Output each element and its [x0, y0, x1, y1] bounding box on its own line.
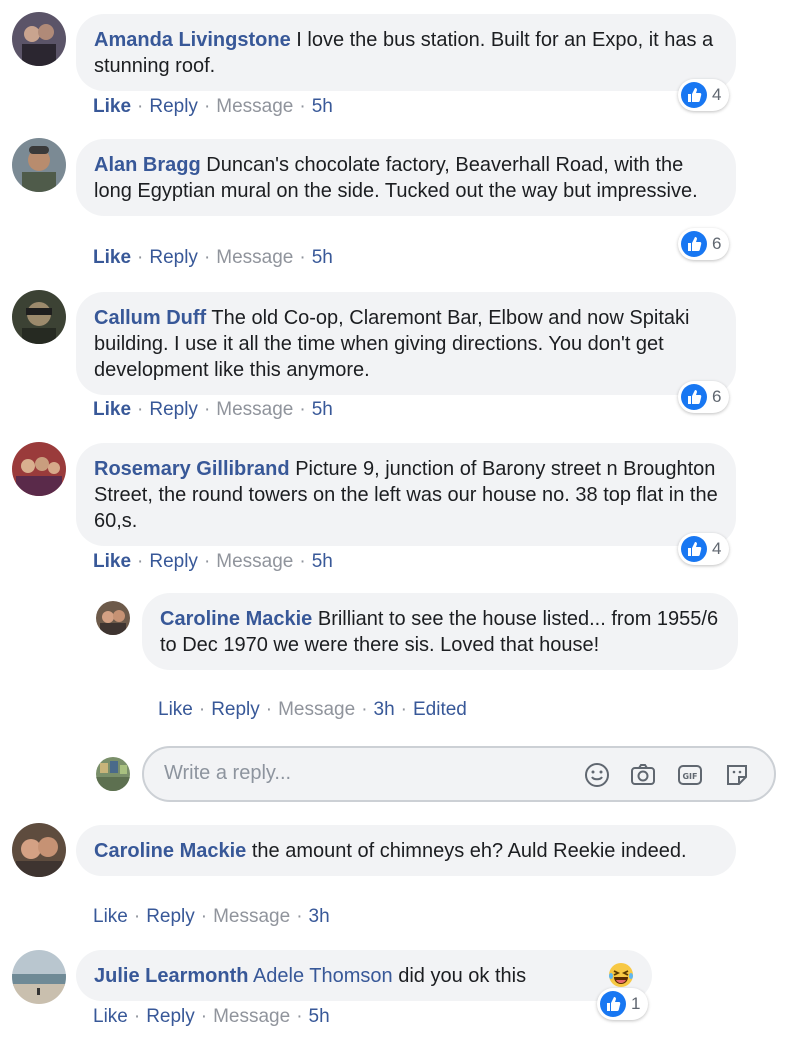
reaction-count-text: 4 — [712, 85, 722, 104]
reaction-count-text: 1 — [631, 994, 641, 1013]
comment-bubble: Amanda Livingstone I love the bus statio… — [76, 14, 736, 91]
like-link[interactable]: Like — [93, 399, 131, 420]
comment-author[interactable]: Amanda Livingstone — [94, 29, 291, 51]
timestamp[interactable]: 5h — [312, 399, 333, 420]
timestamp[interactable]: 5h — [312, 551, 333, 572]
comment-bubble: Rosemary Gillibrand Picture 9, junction … — [76, 443, 736, 546]
reply-link[interactable]: Reply — [146, 906, 195, 927]
reply-bubble: Caroline Mackie Brilliant to see the hou… — [142, 593, 738, 670]
avatar[interactable] — [12, 12, 66, 66]
timestamp[interactable]: 5h — [309, 1006, 330, 1027]
reply-link[interactable]: Reply — [146, 1006, 195, 1027]
reply-link[interactable]: Reply — [149, 247, 198, 268]
like-link[interactable]: Like — [93, 247, 131, 268]
comment-author[interactable]: Julie Learmonth — [94, 965, 248, 987]
reaction-count[interactable]: 1 — [597, 988, 649, 1020]
avatar[interactable] — [12, 290, 66, 344]
comment-bubble: Caroline Mackie the amount of chimneys e… — [76, 825, 736, 876]
comment-bubble: Alan Bragg Duncan's chocolate factory, B… — [76, 139, 736, 216]
like-link[interactable]: Like — [93, 906, 128, 927]
reaction-count-text: 6 — [712, 234, 722, 253]
comment-author[interactable]: Alan Bragg — [94, 154, 201, 176]
reaction-count-text: 4 — [712, 539, 722, 558]
message-link[interactable]: Message — [213, 1006, 290, 1027]
comment-actions: Like · Reply · Message · 5h — [93, 247, 333, 268]
reaction-count[interactable]: 4 — [678, 79, 730, 111]
gif-icon[interactable]: GIF — [676, 761, 704, 789]
like-link[interactable]: Like — [93, 96, 131, 117]
timestamp[interactable]: 5h — [312, 96, 333, 117]
like-link[interactable]: Like — [93, 1006, 128, 1027]
reaction-count[interactable]: 4 — [678, 533, 730, 565]
comment-author[interactable]: Caroline Mackie — [160, 608, 312, 630]
like-link[interactable]: Like — [158, 699, 193, 720]
timestamp[interactable]: 5h — [312, 247, 333, 268]
comment-bubble: Callum Duff The old Co-op, Claremont Bar… — [76, 292, 736, 395]
message-link[interactable]: Message — [216, 551, 293, 572]
reply-link[interactable]: Reply — [149, 399, 198, 420]
comment-actions: Like · Reply · Message · 3h — [93, 906, 330, 927]
reply-input[interactable]: Write a reply... GIF — [142, 746, 776, 802]
reaction-count[interactable]: 6 — [678, 228, 730, 260]
comment-bubble: Julie Learmonth Adele Thomson did you ok… — [76, 950, 652, 1001]
avatar[interactable] — [12, 442, 66, 496]
message-link[interactable]: Message — [216, 247, 293, 268]
reply-link[interactable]: Reply — [149, 551, 198, 572]
comment-author[interactable]: Caroline Mackie — [94, 840, 246, 862]
like-reaction-icon — [600, 991, 626, 1017]
comment-author[interactable]: Rosemary Gillibrand — [94, 458, 290, 480]
laughing-emoji-icon — [607, 961, 635, 989]
comment-actions: Like · Reply · Message · 5h — [93, 399, 333, 420]
emoji-icon[interactable] — [583, 761, 611, 789]
like-reaction-icon — [681, 384, 707, 410]
like-reaction-icon — [681, 536, 707, 562]
message-link[interactable]: Message — [278, 699, 355, 720]
comment-text: the amount of chimneys eh? Auld Reekie i… — [251, 840, 687, 862]
comment-text: did you ok this — [398, 965, 527, 987]
current-user-avatar — [96, 757, 130, 791]
avatar[interactable] — [12, 950, 66, 1004]
reaction-count-text: 6 — [712, 387, 722, 406]
comment-actions: Like · Reply · Message · 5h — [93, 96, 333, 117]
reaction-count[interactable]: 6 — [678, 381, 730, 413]
like-link[interactable]: Like — [93, 551, 131, 572]
svg-text:GIF: GIF — [682, 772, 697, 781]
reply-placeholder: Write a reply... — [164, 762, 292, 784]
like-reaction-icon — [681, 231, 707, 257]
like-reaction-icon — [681, 82, 707, 108]
camera-icon[interactable] — [629, 761, 657, 789]
message-link[interactable]: Message — [216, 96, 293, 117]
comment-actions: Like · Reply · Message · 5h — [93, 551, 333, 572]
avatar[interactable] — [12, 138, 66, 192]
edited-label[interactable]: Edited — [413, 699, 467, 720]
mentioned-user[interactable]: Adele Thomson — [253, 965, 393, 987]
message-link[interactable]: Message — [213, 906, 290, 927]
timestamp[interactable]: 3h — [374, 699, 395, 720]
message-link[interactable]: Message — [216, 399, 293, 420]
reply-link[interactable]: Reply — [211, 699, 260, 720]
comment-author[interactable]: Callum Duff — [94, 307, 206, 329]
avatar[interactable] — [96, 601, 130, 635]
reply-link[interactable]: Reply — [149, 96, 198, 117]
avatar[interactable] — [12, 823, 66, 877]
comment-actions: Like · Reply · Message · 3h · Edited — [158, 699, 467, 720]
sticker-icon[interactable] — [723, 761, 751, 789]
comment-actions: Like · Reply · Message · 5h — [93, 1006, 330, 1027]
timestamp[interactable]: 3h — [309, 906, 330, 927]
